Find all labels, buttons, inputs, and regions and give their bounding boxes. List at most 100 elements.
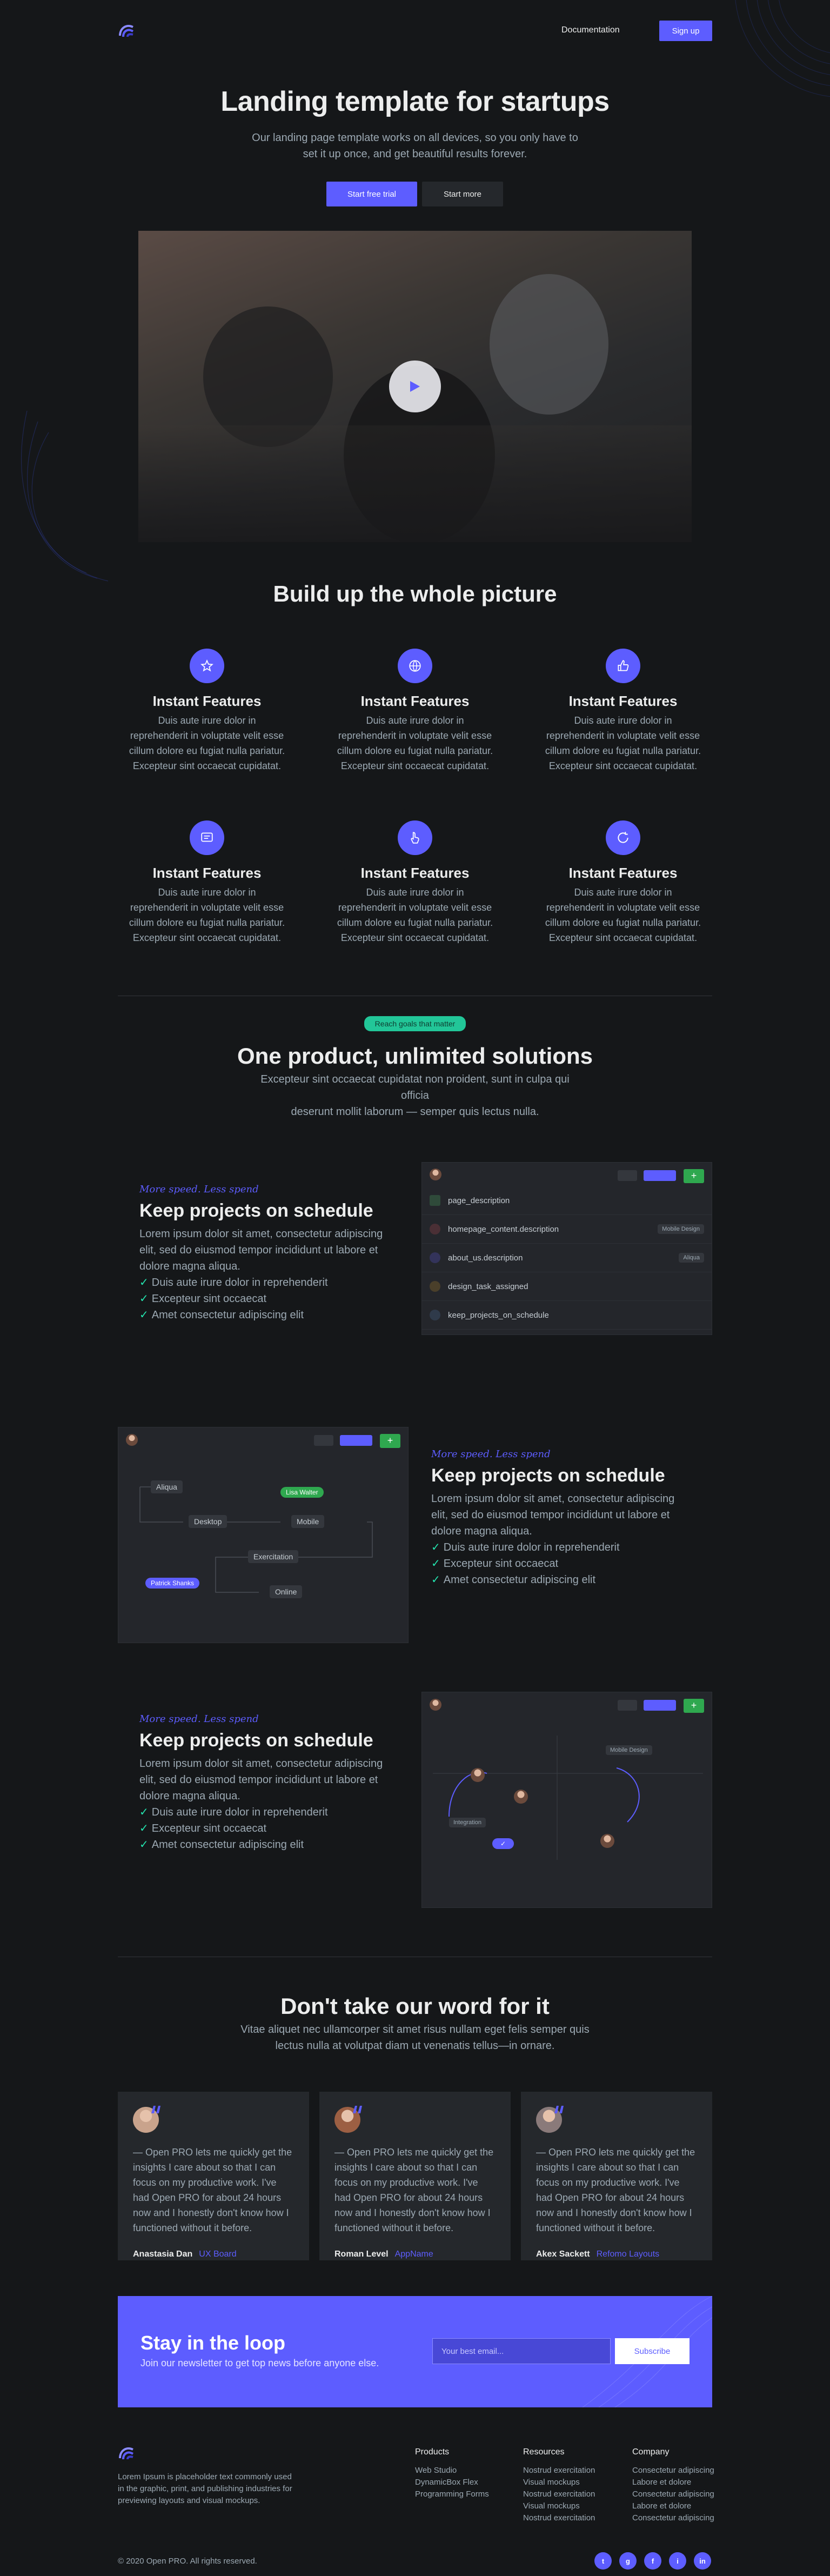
- message-icon: [201, 832, 213, 842]
- split-text: Lorem ipsum dolor sit amet, consectetur …: [431, 1493, 675, 1537]
- add-button[interactable]: +: [684, 1169, 704, 1183]
- testimonial-card: — Open PRO lets me quickly get the insig…: [521, 2092, 712, 2260]
- thumbs-up-icon: [618, 660, 629, 671]
- feature-title: Instant Features: [360, 865, 470, 881]
- cta-title: Stay in the loop: [140, 2332, 286, 2354]
- flow-node[interactable]: Mobile: [291, 1515, 325, 1528]
- linkedin-icon[interactable]: in: [694, 2552, 711, 2570]
- footer-link[interactable]: Nostrud exercitation: [523, 2512, 595, 2524]
- solutions-text-line: officia: [401, 1090, 429, 1102]
- solutions-text: Excepteur sint occaecat cupidatat non pr…: [226, 1071, 604, 1120]
- instagram-icon[interactable]: i: [669, 2552, 686, 2570]
- hero-subtitle-line: Our landing page template works on all d…: [252, 132, 578, 144]
- tag-chip: Mobile Design: [658, 1224, 704, 1234]
- feature-icon-badge: [606, 820, 640, 855]
- flow-node[interactable]: Aliqua: [151, 1480, 183, 1493]
- assignee-pill: Lisa Walter: [280, 1487, 324, 1498]
- check-item: Excepteur sint occaecat: [139, 1820, 399, 1837]
- pointer-icon: [411, 832, 419, 844]
- split-text-2: More speed. Less spend Keep projects on …: [431, 1449, 691, 1588]
- view-toggle-button[interactable]: [644, 1170, 676, 1181]
- testimonial-name: Anastasia Dan: [133, 2250, 193, 2259]
- tag-chip: Aliqua: [679, 1253, 704, 1263]
- task-row[interactable]: page_description: [422, 1186, 712, 1215]
- feature-icon-badge: [190, 820, 224, 855]
- logo-icon[interactable]: [118, 22, 135, 39]
- start-more-button[interactable]: Start more: [422, 182, 503, 206]
- confirm-badge[interactable]: ✓: [492, 1838, 514, 1849]
- footer-link[interactable]: DynamicBox Flex: [415, 2477, 489, 2488]
- flow-panel: + Aliqua Desktop Mobile Exercitation Onl…: [118, 1427, 409, 1643]
- testimonial-role-link[interactable]: UX Board: [199, 2250, 236, 2259]
- flow-node[interactable]: Exercitation: [248, 1550, 299, 1563]
- footer-logo-icon[interactable]: [118, 2444, 135, 2461]
- solutions-title: One product, unlimited solutions: [237, 1043, 593, 1069]
- flow-node[interactable]: Desktop: [189, 1515, 227, 1528]
- footer-link[interactable]: Consectetur adipiscing: [632, 2488, 714, 2500]
- split-text: Lorem ipsum dolor sit amet, consectetur …: [139, 1758, 383, 1802]
- feature-icon-badge: [190, 649, 224, 683]
- feature-text: Duis aute irure dolor in reprehenderit i…: [545, 715, 701, 771]
- split-eyebrow: More speed. Less spend: [431, 1449, 551, 1460]
- testimonial-card: — Open PRO lets me quickly get the insig…: [118, 2092, 309, 2260]
- task-label: keep_projects_on_schedule: [448, 1310, 549, 1320]
- filter-button[interactable]: [618, 1170, 637, 1181]
- task-row[interactable]: design_task_assigned: [422, 1272, 712, 1301]
- subscribe-button[interactable]: Subscribe: [615, 2338, 690, 2364]
- hero-video[interactable]: [138, 231, 692, 542]
- footer-link[interactable]: Nostrud exercitation: [523, 2488, 595, 2500]
- hero-subtitle-line: set it up once, and get beautiful result…: [303, 148, 527, 160]
- split-text-3: More speed. Less spend Keep projects on …: [139, 1713, 399, 1853]
- check-list: Duis aute irure dolor in reprehenderit E…: [139, 1274, 399, 1323]
- feature-card: Instant Features Duis aute irure dolor in…: [545, 820, 701, 945]
- signup-button[interactable]: Sign up: [659, 21, 712, 41]
- testimonial-role-link[interactable]: AppName: [395, 2250, 433, 2259]
- nav-documentation-link[interactable]: Documentation: [561, 25, 620, 35]
- task-row[interactable]: keep_projects_on_schedule: [422, 1301, 712, 1330]
- footer-link[interactable]: Visual mockups: [523, 2500, 595, 2512]
- testimonial-quote: — Open PRO lets me quickly get the insig…: [133, 2147, 292, 2233]
- play-button[interactable]: [389, 361, 441, 412]
- footer-link[interactable]: Labore et dolore: [632, 2477, 714, 2488]
- footer-link[interactable]: Visual mockups: [523, 2477, 595, 2488]
- refresh-icon: [618, 832, 628, 843]
- map-lines: [433, 1736, 703, 1860]
- task-label: homepage_content.description: [448, 1224, 559, 1234]
- footer-column: Products Web Studio DynamicBox Flex Program…: [415, 2447, 489, 2500]
- footer-link[interactable]: Labore et dolore: [632, 2500, 714, 2512]
- footer-link[interactable]: Web Studio: [415, 2465, 489, 2477]
- video-scene-shape: [490, 274, 608, 415]
- task-row[interactable]: about_us.description Aliqua: [422, 1244, 712, 1272]
- footer-link[interactable]: Programming Forms: [415, 2488, 489, 2500]
- footer-link[interactable]: Nostrud exercitation: [523, 2465, 595, 2477]
- split-text-1: More speed. Less spend Keep projects on …: [139, 1184, 399, 1323]
- split-title: Keep projects on schedule: [139, 1730, 373, 1751]
- twitter-icon[interactable]: t: [594, 2552, 612, 2570]
- start-trial-button[interactable]: Start free trial: [326, 182, 417, 206]
- footer-link[interactable]: Consectetur adipiscing: [632, 2465, 714, 2477]
- footer-link[interactable]: Consectetur adipiscing: [632, 2512, 714, 2524]
- email-input[interactable]: Your best email...: [432, 2338, 611, 2364]
- tag-chip: Mobile Design: [606, 1745, 652, 1755]
- copyright: © 2020 Open PRO. All rights reserved.: [118, 2557, 257, 2566]
- avatar: [471, 1768, 485, 1782]
- hero-subtitle: Our landing page template works on all d…: [199, 130, 631, 162]
- check-item: Duis aute irure dolor in reprehenderit: [431, 1539, 691, 1556]
- feature-card: Instant Features Duis aute irure dolor in…: [337, 820, 493, 945]
- footer-column: Company Consectetur adipiscing Labore et d…: [632, 2447, 714, 2524]
- split-title: Keep projects on schedule: [431, 1465, 665, 1486]
- flow-lines: [139, 1486, 373, 1593]
- footer-column-title: Products: [415, 2447, 450, 2457]
- footer-column: Resources Nostrud exercitation Visual mock…: [523, 2447, 595, 2524]
- feature-title: Instant Features: [568, 865, 678, 881]
- footer-column-title: Company: [632, 2447, 670, 2457]
- avatar: [514, 1790, 528, 1804]
- testimonial-card: — Open PRO lets me quickly get the insig…: [319, 2092, 511, 2260]
- task-row[interactable]: homepage_content.description Mobile Desig…: [422, 1215, 712, 1244]
- facebook-icon[interactable]: f: [644, 2552, 661, 2570]
- github-icon[interactable]: g: [619, 2552, 637, 2570]
- flow-node[interactable]: Online: [270, 1585, 303, 1598]
- map-panel: + Mobile Design Integration ✓: [421, 1692, 712, 1908]
- testimonial-role-link[interactable]: Refomo Layouts: [597, 2250, 660, 2259]
- check-item: Amet consectetur adipiscing elit: [431, 1572, 691, 1588]
